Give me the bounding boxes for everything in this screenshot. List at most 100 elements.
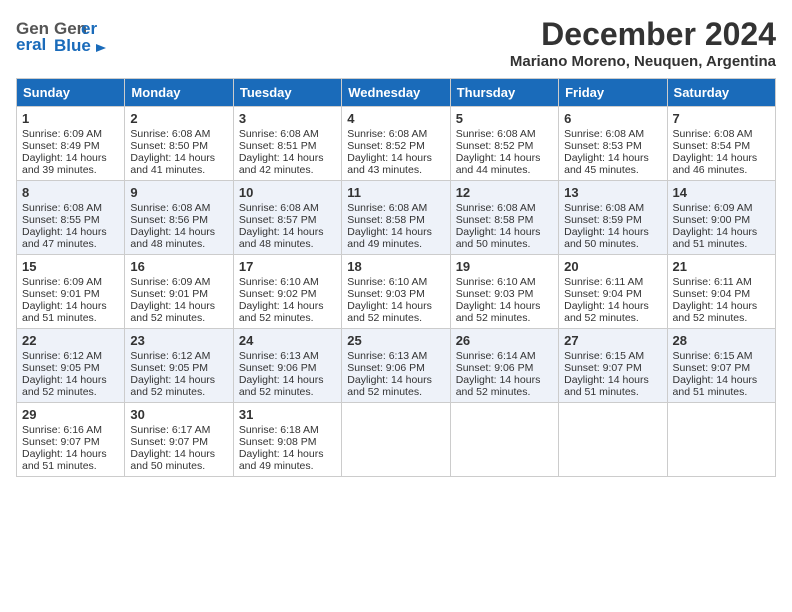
sunset-text: Sunset: 9:06 PM [347, 362, 425, 374]
sunset-text: Sunset: 9:03 PM [456, 288, 534, 300]
table-row: 27Sunrise: 6:15 AMSunset: 9:07 PMDayligh… [559, 329, 667, 403]
table-row: 29Sunrise: 6:16 AMSunset: 9:07 PMDayligh… [17, 403, 125, 477]
logo: Gen eral Gen er Blue [16, 16, 114, 52]
day-number: 31 [239, 407, 336, 422]
sunrise-text: Sunrise: 6:08 AM [456, 202, 536, 214]
sunrise-text: Sunrise: 6:13 AM [347, 350, 427, 362]
table-row: 20Sunrise: 6:11 AMSunset: 9:04 PMDayligh… [559, 255, 667, 329]
table-row: 26Sunrise: 6:14 AMSunset: 9:06 PMDayligh… [450, 329, 558, 403]
day-number: 19 [456, 259, 553, 274]
table-row: 28Sunrise: 6:15 AMSunset: 9:07 PMDayligh… [667, 329, 775, 403]
calendar-header-row: Sunday Monday Tuesday Wednesday Thursday… [17, 79, 776, 107]
table-row [342, 403, 450, 477]
day-number: 22 [22, 333, 119, 348]
sunset-text: Sunset: 9:07 PM [564, 362, 642, 374]
header-sunday: Sunday [17, 79, 125, 107]
sunset-text: Sunset: 8:52 PM [347, 140, 425, 152]
sunset-text: Sunset: 8:57 PM [239, 214, 317, 226]
daylight-text: Daylight: 14 hours and 52 minutes. [456, 300, 541, 324]
svg-text:eral: eral [16, 35, 46, 52]
table-row: 4 Sunrise: 6:08 AMSunset: 8:52 PMDaylight… [342, 107, 450, 181]
table-row: 18Sunrise: 6:10 AMSunset: 9:03 PMDayligh… [342, 255, 450, 329]
sunrise-text: Sunrise: 6:10 AM [456, 276, 536, 288]
day-number: 27 [564, 333, 661, 348]
sunset-text: Sunset: 8:58 PM [456, 214, 534, 226]
table-row: 24Sunrise: 6:13 AMSunset: 9:06 PMDayligh… [233, 329, 341, 403]
sunrise-text: Sunrise: 6:08 AM [22, 202, 102, 214]
table-row [667, 403, 775, 477]
sunrise-text: Sunrise: 6:17 AM [130, 424, 210, 436]
table-row: 31Sunrise: 6:18 AMSunset: 9:08 PMDayligh… [233, 403, 341, 477]
table-row: 9Sunrise: 6:08 AMSunset: 8:56 PMDaylight… [125, 181, 233, 255]
logo-text-svg: Gen er Blue [54, 16, 114, 52]
daylight-text: Daylight: 14 hours and 41 minutes. [130, 152, 215, 176]
sunset-text: Sunset: 9:03 PM [347, 288, 425, 300]
table-row: 5Sunrise: 6:08 AMSunset: 8:52 PMDaylight… [450, 107, 558, 181]
sunrise-text: Sunrise: 6:08 AM [564, 202, 644, 214]
day-number: 25 [347, 333, 444, 348]
day-number: 21 [673, 259, 770, 274]
sunset-text: Sunset: 8:51 PM [239, 140, 317, 152]
day-number: 7 [673, 111, 770, 126]
table-row: 6Sunrise: 6:08 AMSunset: 8:53 PMDaylight… [559, 107, 667, 181]
daylight-text: Daylight: 14 hours and 52 minutes. [22, 374, 107, 398]
calendar-week-row: 29Sunrise: 6:16 AMSunset: 9:07 PMDayligh… [17, 403, 776, 477]
daylight-text: Daylight: 14 hours and 48 minutes. [239, 226, 324, 250]
sunrise-text: Sunrise: 6:10 AM [347, 276, 427, 288]
header-tuesday: Tuesday [233, 79, 341, 107]
sunrise-text: Sunrise: 6:08 AM [347, 202, 427, 214]
table-row [450, 403, 558, 477]
daylight-text: Daylight: 14 hours and 49 minutes. [347, 226, 432, 250]
day-number: 2 [130, 111, 227, 126]
daylight-text: Daylight: 14 hours and 42 minutes. [239, 152, 324, 176]
table-row: 22Sunrise: 6:12 AMSunset: 9:05 PMDayligh… [17, 329, 125, 403]
sunrise-text: Sunrise: 6:13 AM [239, 350, 319, 362]
table-row: 14Sunrise: 6:09 AMSunset: 9:00 PMDayligh… [667, 181, 775, 255]
sunrise-text: Sunrise: 6:11 AM [673, 276, 752, 288]
sunset-text: Sunset: 9:07 PM [130, 436, 208, 448]
daylight-text: Daylight: 14 hours and 52 minutes. [347, 300, 432, 324]
sunrise-text: Sunrise: 6:15 AM [564, 350, 644, 362]
sunrise-text: Sunrise: 6:08 AM [239, 128, 319, 140]
calendar-week-row: 22Sunrise: 6:12 AMSunset: 9:05 PMDayligh… [17, 329, 776, 403]
daylight-text: Daylight: 14 hours and 46 minutes. [673, 152, 758, 176]
daylight-text: Daylight: 14 hours and 51 minutes. [22, 448, 107, 472]
daylight-text: Daylight: 14 hours and 43 minutes. [347, 152, 432, 176]
daylight-text: Daylight: 14 hours and 51 minutes. [673, 374, 758, 398]
daylight-text: Daylight: 14 hours and 51 minutes. [22, 300, 107, 324]
daylight-text: Daylight: 14 hours and 52 minutes. [130, 374, 215, 398]
day-number: 4 [347, 111, 444, 126]
sunset-text: Sunset: 9:05 PM [130, 362, 208, 374]
day-number: 6 [564, 111, 661, 126]
day-number: 11 [347, 185, 444, 200]
day-number: 5 [456, 111, 553, 126]
page-subtitle: Mariano Moreno, Neuquen, Argentina [510, 53, 776, 70]
table-row: 12Sunrise: 6:08 AMSunset: 8:58 PMDayligh… [450, 181, 558, 255]
daylight-text: Daylight: 14 hours and 52 minutes. [347, 374, 432, 398]
day-number: 12 [456, 185, 553, 200]
table-row: 13Sunrise: 6:08 AMSunset: 8:59 PMDayligh… [559, 181, 667, 255]
sunset-text: Sunset: 8:56 PM [130, 214, 208, 226]
sunrise-text: Sunrise: 6:15 AM [673, 350, 753, 362]
table-row: 23Sunrise: 6:12 AMSunset: 9:05 PMDayligh… [125, 329, 233, 403]
sunset-text: Sunset: 9:01 PM [22, 288, 100, 300]
table-row: 3Sunrise: 6:08 AMSunset: 8:51 PMDaylight… [233, 107, 341, 181]
sunrise-text: Sunrise: 6:09 AM [673, 202, 753, 214]
sunrise-text: Sunrise: 6:12 AM [130, 350, 210, 362]
sunrise-text: Sunrise: 6:08 AM [673, 128, 753, 140]
header-monday: Monday [125, 79, 233, 107]
sunrise-text: Sunrise: 6:08 AM [347, 128, 427, 140]
day-number: 30 [130, 407, 227, 422]
table-row: 10Sunrise: 6:08 AMSunset: 8:57 PMDayligh… [233, 181, 341, 255]
table-row: 8Sunrise: 6:08 AMSunset: 8:55 PMDaylight… [17, 181, 125, 255]
sunset-text: Sunset: 9:04 PM [673, 288, 751, 300]
table-row: 19 Sunrise: 6:10 AMSunset: 9:03 PMDayligh… [450, 255, 558, 329]
daylight-text: Daylight: 14 hours and 48 minutes. [130, 226, 215, 250]
sunset-text: Sunset: 9:08 PM [239, 436, 317, 448]
daylight-text: Daylight: 14 hours and 52 minutes. [456, 374, 541, 398]
day-number: 16 [130, 259, 227, 274]
page-header: Gen eral Gen er Blue December 2024 Maria… [16, 16, 776, 70]
daylight-text: Daylight: 14 hours and 51 minutes. [673, 226, 758, 250]
sunset-text: Sunset: 9:01 PM [130, 288, 208, 300]
sunset-text: Sunset: 9:05 PM [22, 362, 100, 374]
